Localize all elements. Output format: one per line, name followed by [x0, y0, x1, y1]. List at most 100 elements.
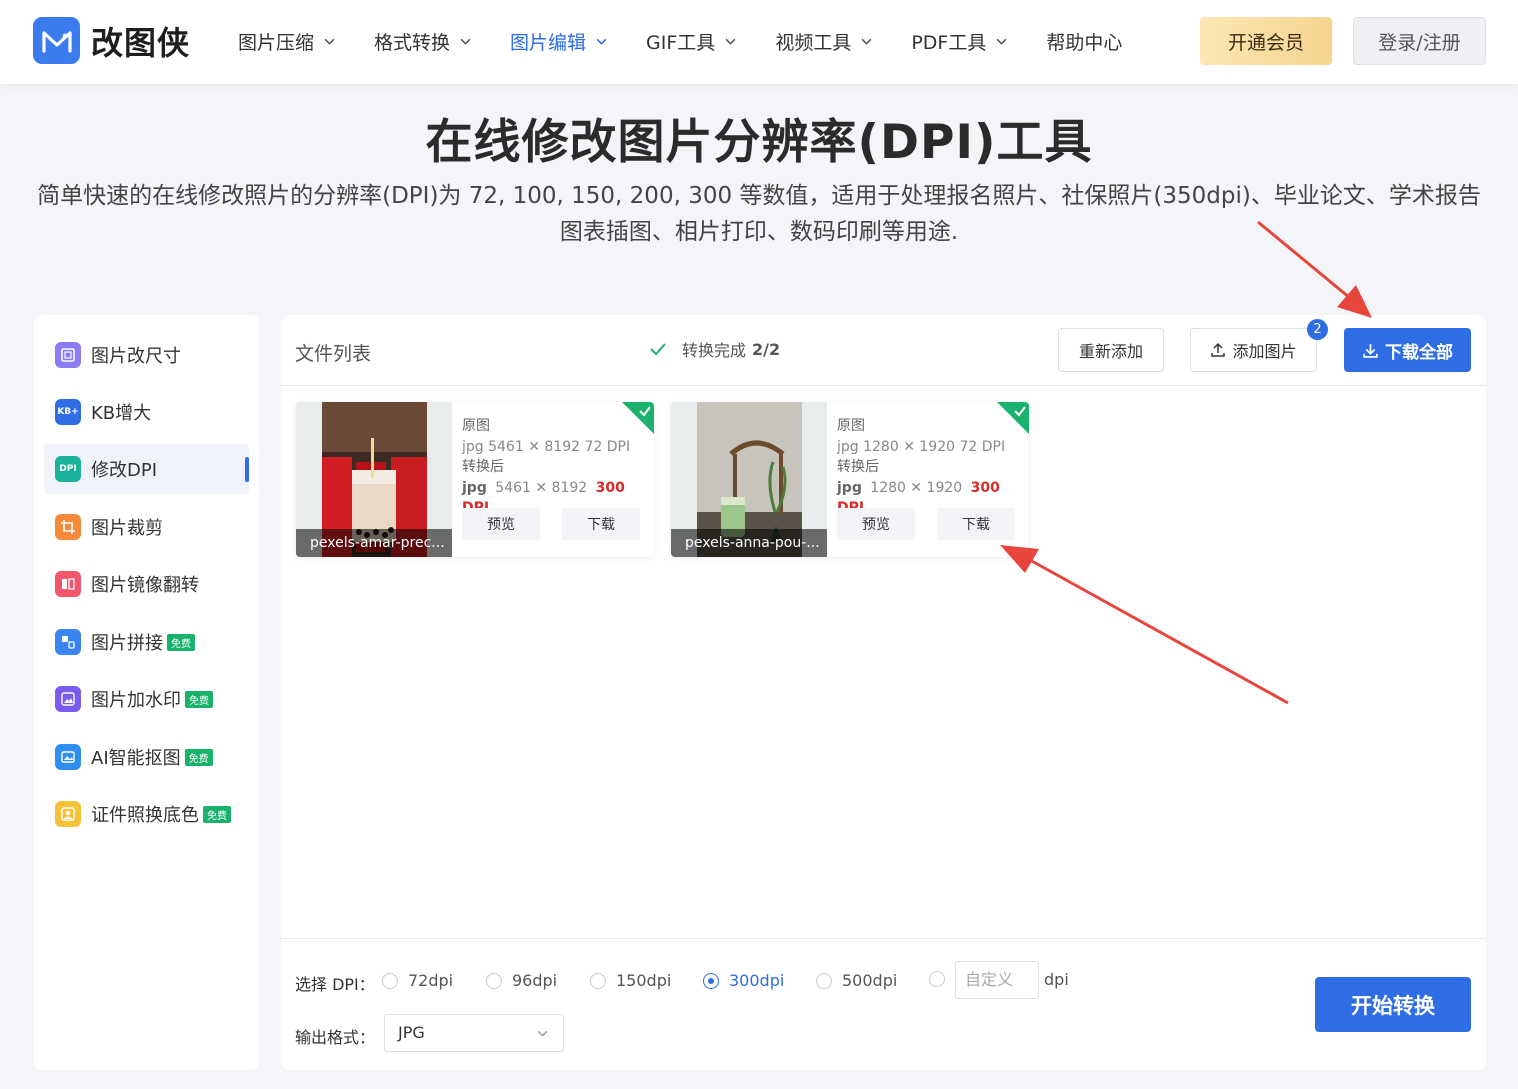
tool-sidebar: 图片改尺寸 KB+ KB增大 DPI 修改DPI 图片裁剪 图片镜像翻转 图片拼…	[34, 315, 259, 1070]
readd-button[interactable]: 重新添加	[1058, 328, 1164, 372]
file-name: pexels-anna-pou-...	[671, 529, 827, 557]
custom-dpi-input[interactable]: 自定义	[955, 961, 1039, 999]
chevron-down-icon	[996, 38, 1007, 45]
brand-name: 改图侠	[91, 23, 191, 62]
sidebar-item-resize[interactable]: 图片改尺寸	[44, 330, 249, 380]
format-value: JPG	[398, 1023, 425, 1042]
vip-button[interactable]: 开通会员	[1200, 17, 1332, 65]
download-icon	[1363, 343, 1378, 358]
id-photo-icon	[55, 801, 81, 827]
sidebar-item-modify-dpi[interactable]: DPI 修改DPI	[44, 444, 249, 494]
nav-pdf-tools[interactable]: PDF工具	[911, 28, 1008, 55]
radio-dot	[590, 972, 606, 989]
sidebar-item-kb-increase[interactable]: KB+ KB增大	[44, 387, 249, 437]
sidebar-item-mirror[interactable]: 图片镜像翻转	[44, 559, 249, 609]
sidebar-item-label: 图片镜像翻转	[91, 575, 199, 596]
dpi-option-150[interactable]: 150dpi	[590, 971, 671, 990]
converted-label: 转换后	[837, 459, 879, 475]
dpi-option-custom[interactable]	[929, 971, 955, 987]
add-image-button[interactable]: 添加图片 2	[1190, 319, 1328, 372]
radio-dot	[703, 972, 719, 989]
dpi-option-300[interactable]: 300dpi	[703, 971, 784, 990]
file-count-badge: 2	[1307, 319, 1328, 340]
brand-logo[interactable]: 改图侠	[33, 17, 190, 64]
sidebar-item-label: 图片拼接	[91, 633, 163, 654]
file-thumbnail[interactable]: pexels-amar-prec...	[296, 402, 452, 557]
preview-button[interactable]: 预览	[462, 508, 540, 540]
download-button[interactable]: 下载	[562, 508, 640, 540]
status-text: 转换完成	[682, 341, 747, 360]
free-badge: 免费	[184, 748, 213, 766]
converted-size: 1280 ✕ 1920	[870, 479, 963, 496]
file-card: pexels-amar-prec... 原图 jpg 5461 ✕ 8192 7…	[296, 402, 654, 557]
login-button[interactable]: 登录/注册	[1353, 17, 1486, 65]
start-convert-button[interactable]: 开始转换	[1315, 977, 1471, 1032]
chevron-down-icon	[460, 38, 471, 45]
chevron-down-icon	[725, 38, 736, 45]
kb-plus-icon: KB+	[55, 399, 81, 425]
ai-cutout-icon	[55, 744, 81, 770]
sidebar-item-crop[interactable]: 图片裁剪	[44, 502, 249, 552]
nav-gif-tools[interactable]: GIF工具	[646, 28, 737, 55]
file-name: pexels-amar-prec...	[296, 529, 452, 557]
free-badge: 免费	[203, 805, 231, 823]
dpi-unit: dpi	[1044, 970, 1069, 989]
preview-button[interactable]: 预览	[837, 508, 915, 540]
download-button[interactable]: 下载	[937, 508, 1015, 540]
dpi-label: 选择 DPI：	[295, 975, 375, 994]
mirror-icon	[55, 571, 81, 597]
sidebar-item-ai-cutout[interactable]: AI智能抠图 免费	[44, 732, 249, 782]
free-badge: 免费	[167, 633, 195, 651]
file-panel: 文件列表 转换完成 2/2 重新添加 添加图片 2 下载全部 pexels-am…	[281, 315, 1486, 1070]
nav-image-edit[interactable]: 图片编辑	[510, 28, 608, 55]
original-details: jpg 5461 ✕ 8192 72 DPI	[462, 438, 631, 455]
output-format-select[interactable]: JPG	[384, 1014, 564, 1052]
sidebar-item-label: KB增大	[91, 403, 152, 424]
dpi-option-96[interactable]: 96dpi	[486, 971, 557, 990]
chevron-down-icon	[324, 38, 335, 45]
nav-video-tools[interactable]: 视频工具	[775, 28, 873, 55]
dpi-option-500[interactable]: 500dpi	[816, 971, 897, 990]
file-thumbnail[interactable]: pexels-anna-pou-...	[671, 402, 827, 557]
resize-icon	[55, 342, 81, 368]
sidebar-item-label: 修改DPI	[91, 460, 158, 481]
radio-label: 150dpi	[616, 971, 672, 990]
upload-icon	[1211, 342, 1226, 357]
dpi-option-72[interactable]: 72dpi	[382, 971, 453, 990]
description-line-2: 图表插图、相片打印、数码印刷等用途.	[559, 219, 959, 245]
page-description: 简单快速的在线修改照片的分辨率(DPI)为 72, 100, 150, 200,…	[30, 178, 1488, 250]
sidebar-item-id-photo[interactable]: 证件照换底色 免费	[44, 789, 249, 839]
chevron-down-icon	[537, 1030, 548, 1037]
sidebar-item-label: 证件照换底色	[91, 805, 199, 826]
original-details: jpg 1280 ✕ 1920 72 DPI	[837, 438, 1006, 455]
top-header: 改图侠 图片压缩 格式转换 图片编辑 GIF工具 视频工具 PDF工具 帮助中心	[0, 0, 1518, 84]
sidebar-item-watermark[interactable]: 图片加水印 免费	[44, 674, 249, 724]
nav-label: 格式转换	[374, 32, 451, 54]
sidebar-item-label: 图片加水印	[91, 690, 181, 711]
nav-label: 图片编辑	[510, 32, 587, 54]
radio-label: 72dpi	[408, 971, 454, 990]
check-icon	[650, 343, 666, 356]
nav-label: 图片压缩	[238, 32, 315, 54]
converted-format: jpg	[837, 479, 862, 496]
converted-size: 5461 ✕ 8192	[495, 479, 588, 496]
stitch-icon	[55, 629, 81, 655]
download-all-button[interactable]: 下载全部	[1344, 328, 1471, 372]
check-icon	[639, 406, 651, 417]
file-card: pexels-anna-pou-... 原图 jpg 1280 ✕ 1920 7…	[671, 402, 1029, 557]
file-list-label: 文件列表	[295, 343, 372, 365]
sidebar-item-label: 图片裁剪	[91, 518, 163, 539]
dpi-icon: DPI	[55, 456, 81, 482]
converted-format: jpg	[462, 479, 487, 496]
nav-format-convert[interactable]: 格式转换	[374, 28, 472, 55]
sidebar-item-stitch[interactable]: 图片拼接 免费	[44, 617, 249, 667]
nav-help-center[interactable]: 帮助中心	[1046, 28, 1122, 55]
radio-label: 500dpi	[842, 971, 898, 990]
radio-dot	[816, 972, 832, 989]
conversion-options: 选择 DPI： 72dpi 96dpi 150dpi 300dpi 500dpi…	[281, 938, 1486, 1070]
page-title: 在线修改图片分辨率(DPI)工具	[425, 115, 1093, 170]
sidebar-item-label: AI智能抠图	[91, 748, 181, 769]
sidebar-item-label: 图片改尺寸	[91, 346, 181, 367]
nav-label: 视频工具	[775, 32, 852, 54]
nav-image-compress[interactable]: 图片压缩	[238, 28, 336, 55]
